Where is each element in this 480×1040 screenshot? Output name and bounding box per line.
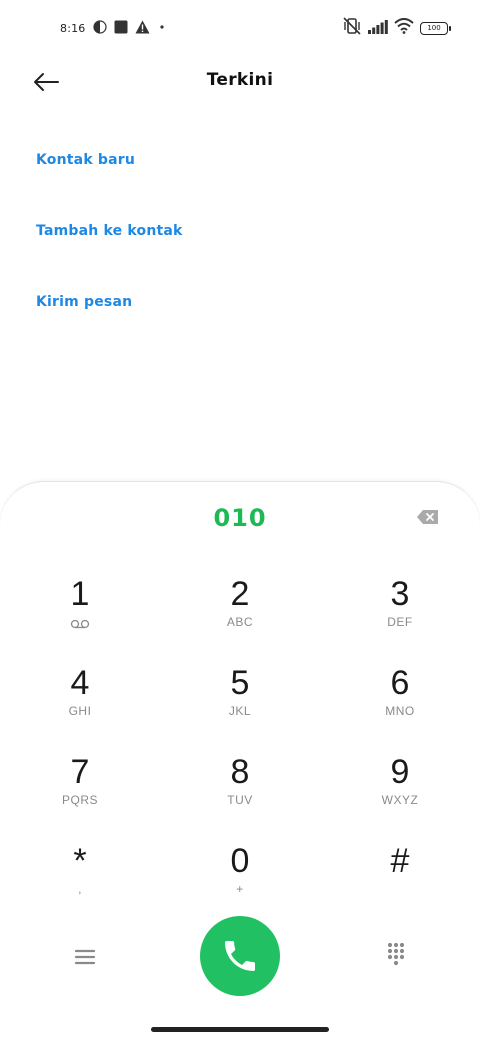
key-digit: 7 xyxy=(70,753,90,791)
key-star[interactable]: * , xyxy=(20,841,140,919)
backspace-icon xyxy=(417,510,438,524)
phone-screen: 8:16 100 Terkini Kontak baru Tambah ke k… xyxy=(0,0,480,1040)
status-bar: 8:16 100 xyxy=(0,0,480,56)
key-digit: 1 xyxy=(70,575,90,613)
dialpad-toggle-button[interactable] xyxy=(382,940,410,968)
key-letters: , xyxy=(78,882,82,896)
key-digit: 3 xyxy=(390,575,410,613)
key-digit: 5 xyxy=(230,664,250,702)
key-digit: 4 xyxy=(70,664,90,702)
key-7[interactable]: 7 PQRS xyxy=(20,752,140,830)
key-6[interactable]: 6 MNO xyxy=(340,663,460,741)
wifi-icon xyxy=(394,18,414,38)
key-3[interactable]: 3 DEF xyxy=(340,574,460,652)
key-digit: 6 xyxy=(390,664,410,702)
app-header: Terkini xyxy=(0,56,480,108)
dialpad-sheet: 010 1 2 ABC 3 DEF 4 GHI 5 JKL 6 MNO 7 PQ… xyxy=(0,481,480,1040)
key-digit: 8 xyxy=(230,753,250,791)
key-5[interactable]: 5 JKL xyxy=(180,663,300,741)
key-4[interactable]: 4 GHI xyxy=(20,663,140,741)
key-0[interactable]: 0 + xyxy=(180,841,300,919)
key-1[interactable]: 1 xyxy=(20,574,140,652)
key-digit: * xyxy=(73,842,87,880)
key-letters: PQRS xyxy=(61,793,98,807)
key-digit: 9 xyxy=(390,753,410,791)
key-digit: 0 xyxy=(230,842,250,880)
key-8[interactable]: 8 TUV xyxy=(180,752,300,830)
home-indicator[interactable] xyxy=(151,1027,329,1032)
dialpad-bottom-bar xyxy=(0,916,480,996)
signal-icon xyxy=(368,19,388,38)
backspace-button[interactable] xyxy=(416,508,440,526)
key-letters: JKL xyxy=(228,704,252,718)
key-digit: # xyxy=(390,842,410,880)
voicemail-icon xyxy=(70,619,90,629)
square-notification-icon xyxy=(114,19,128,38)
key-2[interactable]: 2 ABC xyxy=(180,574,300,652)
status-left: 8:16 xyxy=(60,18,167,38)
key-letters: GHI xyxy=(68,704,92,718)
menu-button[interactable] xyxy=(70,942,100,972)
dialed-number[interactable]: 010 xyxy=(0,504,480,532)
number-actions: Kontak baru Tambah ke kontak Kirim pesan xyxy=(36,142,183,355)
menu-icon xyxy=(74,949,96,965)
phone-icon xyxy=(225,941,255,971)
data-saver-icon xyxy=(92,19,107,38)
page-title: Terkini xyxy=(206,70,274,90)
status-time: 8:16 xyxy=(60,21,86,35)
add-to-contact-link[interactable]: Tambah ke kontak xyxy=(36,213,183,249)
key-letters: + xyxy=(236,882,244,896)
send-message-link[interactable]: Kirim pesan xyxy=(36,284,183,320)
new-contact-link[interactable]: Kontak baru xyxy=(36,142,183,178)
dot-icon xyxy=(157,19,167,38)
key-9[interactable]: 9 WXYZ xyxy=(340,752,460,830)
key-letters: TUV xyxy=(227,793,253,807)
call-button[interactable] xyxy=(200,916,280,996)
key-letters: DEF xyxy=(387,615,413,629)
key-letters: WXYZ xyxy=(381,793,419,807)
warning-icon xyxy=(135,19,150,38)
vibrate-off-icon xyxy=(342,17,362,39)
status-right: 100 xyxy=(342,17,451,39)
key-hash[interactable]: # xyxy=(340,841,460,919)
dialpad-icon xyxy=(387,942,405,966)
key-digit: 2 xyxy=(230,575,250,613)
key-letters: MNO xyxy=(385,704,415,718)
key-letters: ABC xyxy=(226,615,254,629)
battery-icon: 100 xyxy=(420,21,451,35)
